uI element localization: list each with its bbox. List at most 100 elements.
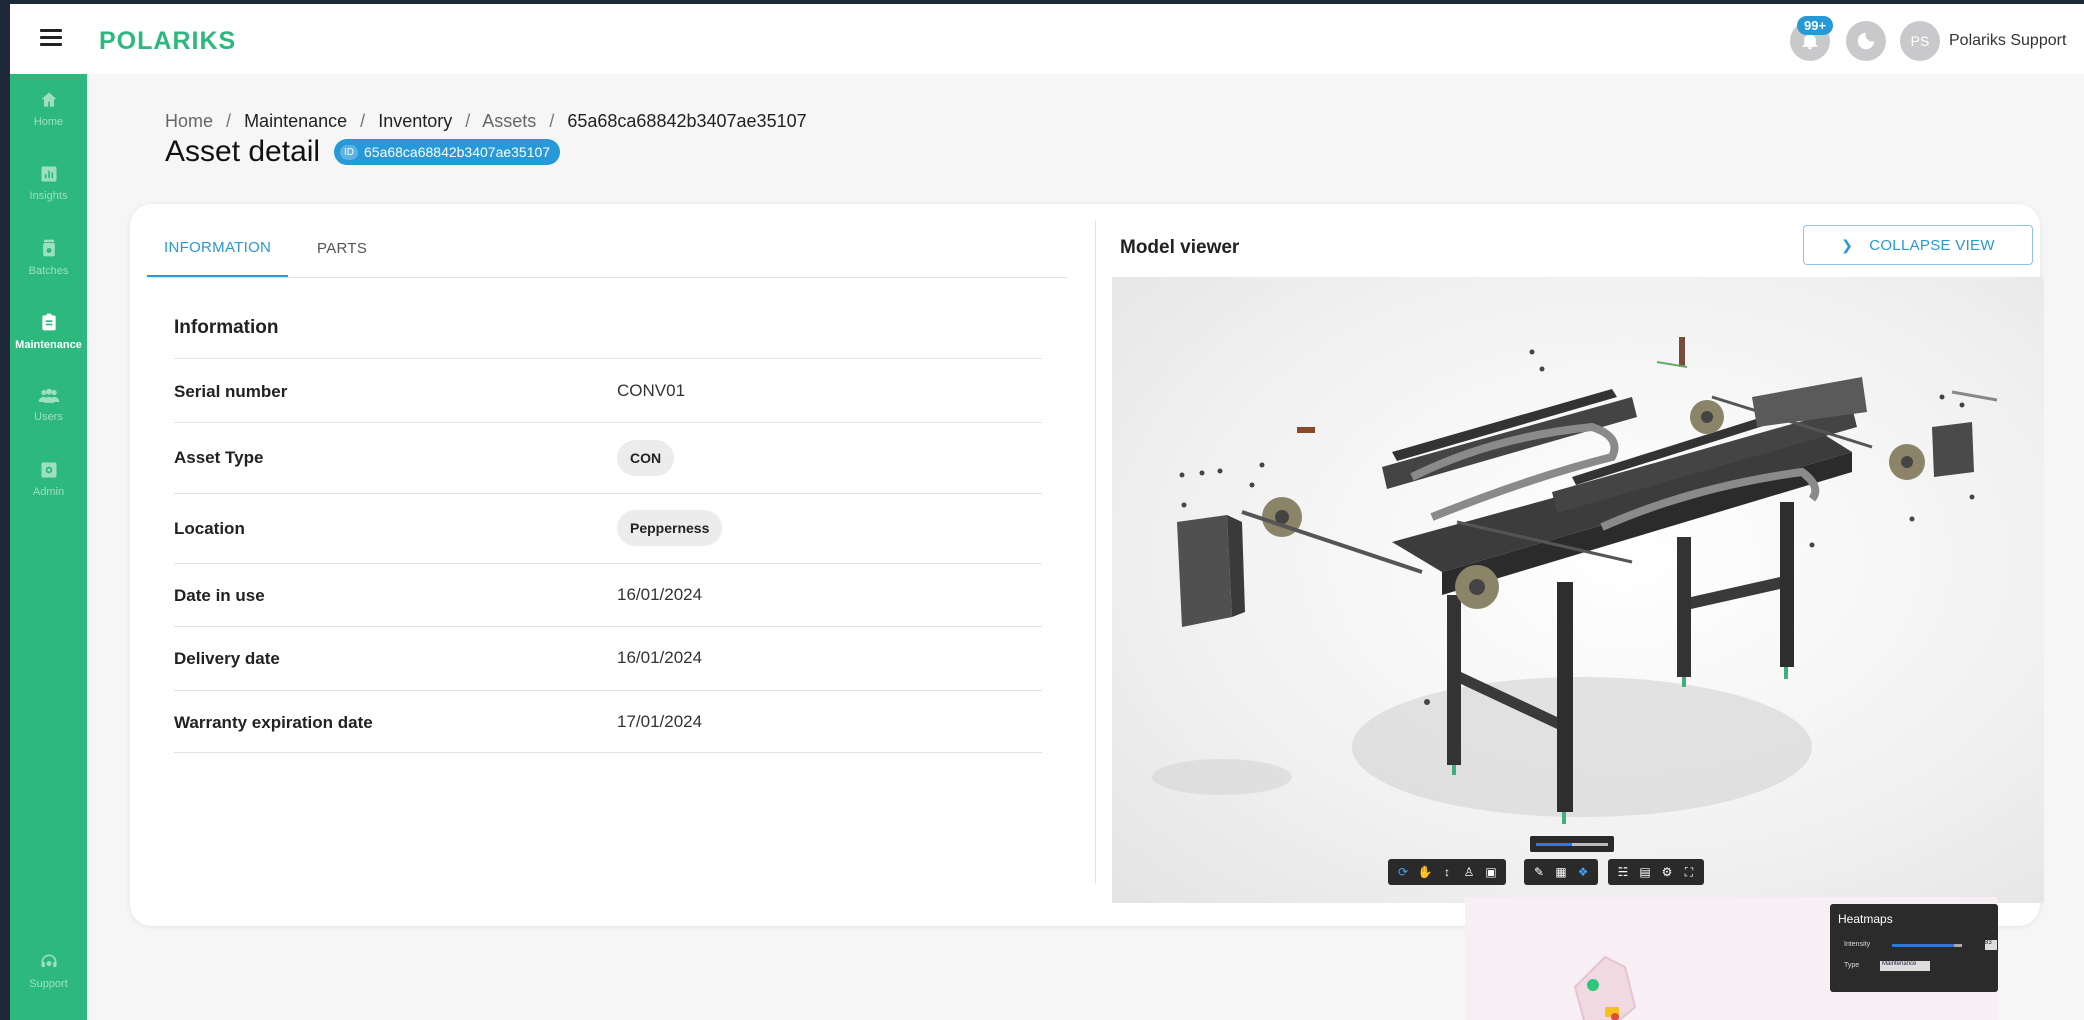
tab-information[interactable]: INFORMATION [147,220,289,277]
information-table: Serial number CONV01 Asset Type CON Loca… [174,358,1042,753]
breadcrumb-home[interactable]: Home [165,111,213,131]
sidebar-item-label: Batches [28,265,69,277]
chevron-right-icon: ❯ [1841,236,1854,253]
warranty-expiration-value: 17/01/2024 [617,712,703,731]
menu-icon[interactable] [40,29,62,49]
top-bar: POLARIKS 99+ PS Polariks Support [10,4,2084,74]
heatmaps-title: Heatmaps [1838,912,1893,926]
model-viewer-title: Model viewer [1120,237,1240,258]
support-icon [41,954,56,967]
sidebar-item-label: Insights [29,190,68,202]
intensity-label: Intensity [1844,941,1871,948]
explode-icon[interactable]: ❖ [1572,863,1594,881]
sidebar-item-maintenance[interactable]: Maintenance [10,296,87,366]
id-label: ID [340,144,358,160]
sidebar-item-label: Home [33,116,64,128]
measure-icon[interactable]: ✎ [1528,863,1550,881]
field-label: Serial number [174,382,288,401]
pan-icon[interactable]: ✋ [1414,863,1436,881]
viewer-toolbar-tools: ✎ ▦ ❖ [1524,859,1598,885]
heatmap-preview-overlay: Heatmaps Intensity 83 Type Maintenance [1465,897,1998,1020]
sidebar-item-support[interactable]: Support [10,936,87,1006]
tab-parts[interactable]: PARTS [300,220,384,277]
app-logo[interactable]: POLARIKS [99,27,236,56]
field-label: Location [174,519,245,538]
page-title: Asset detail [165,135,321,168]
sidebar-item-batches[interactable]: Batches [10,222,87,292]
user-name[interactable]: Polariks Support [1949,32,2066,50]
camera-icon[interactable]: ▣ [1480,863,1502,881]
location-chip: Pepperness [617,510,723,546]
breadcrumb: Home / Maintenance / Inventory / Assets … [165,111,815,132]
exploded-conveyor-model [1152,337,1998,824]
table-row: Serial number CONV01 [174,358,1042,422]
tab-bar: INFORMATION PARTS [147,220,1067,278]
walk-icon[interactable]: ♙ [1458,863,1480,881]
asset-id-chip: ID 65a68ca68842b3407ae35107 [334,139,561,165]
asset-type-chip: CON [617,440,675,476]
settings-icon[interactable]: ⚙ [1656,863,1678,881]
sidebar-item-label: Users [34,411,63,423]
table-row: Warranty expiration date 17/01/2024 [174,690,1042,753]
collapse-view-label: COLLAPSE VIEW [1869,236,1995,254]
sidebar-item-label: Support [29,978,68,990]
sidebar-item-users[interactable]: Users [10,370,87,440]
collapse-view-button[interactable]: ❯ COLLAPSE VIEW [1803,225,2033,265]
serial-number-value: CONV01 [617,381,686,400]
moon-icon [1857,32,1875,50]
breadcrumb-separator: / [360,111,366,131]
field-label: Date in use [174,586,265,605]
field-label: Asset Type [174,448,264,467]
users-icon [38,388,59,403]
table-row: Delivery date 16/01/2024 [174,626,1042,690]
app-window: POLARIKS 99+ PS Polariks Support Home In… [10,4,2084,1020]
intensity-value[interactable]: 83 [1985,940,1997,950]
chart-icon [41,166,56,182]
breadcrumb-current-asset: 65a68ca68842b3407ae35107 [567,111,807,131]
panel-divider [1095,220,1096,884]
fullscreen-icon[interactable]: ⛶ [1678,863,1700,881]
viewer-toolbar-navigation: ⟳ ✋ ↕ ♙ ▣ [1388,859,1506,885]
type-label: Type [1844,962,1860,969]
breadcrumb-separator: / [226,111,232,131]
sidebar-item-label: Admin [32,486,65,498]
breadcrumb-separator: / [465,111,471,131]
field-label: Warranty expiration date [174,713,373,732]
sidebar: Home Insights Batches Maintenance Users … [10,74,87,1020]
breadcrumb-assets[interactable]: Assets [482,111,536,131]
date-in-use-value: 16/01/2024 [617,585,703,604]
sidebar-item-label: Maintenance [15,339,82,351]
sidebar-item-insights[interactable]: Insights [10,148,87,218]
table-row: Location Pepperness [174,493,1042,563]
model-viewer-canvas[interactable]: ⟳ ✋ ↕ ♙ ▣ ✎ ▦ ❖ ☵ ▤ ⚙ ⛶ [1112,277,2044,903]
heatmap-type-select[interactable]: Maintenance [1880,961,1930,971]
section-icon[interactable]: ▦ [1550,863,1572,881]
breadcrumb-separator: / [549,111,555,131]
explode-slider[interactable] [1530,836,1614,852]
properties-icon[interactable]: ▤ [1634,863,1656,881]
delivery-date-value: 16/01/2024 [617,648,703,667]
table-row: Asset Type CON [174,422,1042,493]
information-title: Information [174,317,279,338]
field-label: Delivery date [174,649,280,668]
notification-count-badge: 99+ [1797,16,1834,35]
viewer-toolbar-settings: ☵ ▤ ⚙ ⛶ [1608,859,1704,885]
zoom-icon[interactable]: ↕ [1436,863,1458,881]
clipboard-icon [41,313,56,331]
heatmaps-panel: Heatmaps Intensity 83 Type Maintenance [1830,904,1998,992]
avatar[interactable]: PS [1900,21,1940,61]
asset-detail-card: INFORMATION PARTS Information Serial num… [130,204,2044,926]
intensity-slider[interactable] [1892,944,1962,947]
tree-icon[interactable]: ☵ [1612,863,1634,881]
breadcrumb-inventory[interactable]: Inventory [378,111,452,131]
orbit-icon[interactable]: ⟳ [1392,863,1414,881]
theme-toggle-button[interactable] [1846,21,1886,61]
admin-icon [41,462,56,478]
asset-id-value: 65a68ca68842b3407ae35107 [364,144,551,160]
table-row: Date in use 16/01/2024 [174,563,1042,626]
batch-icon [42,239,55,257]
sidebar-item-admin[interactable]: Admin [10,444,87,514]
sidebar-item-home[interactable]: Home [10,74,87,144]
breadcrumb-maintenance[interactable]: Maintenance [244,111,347,131]
home-icon [41,92,56,107]
